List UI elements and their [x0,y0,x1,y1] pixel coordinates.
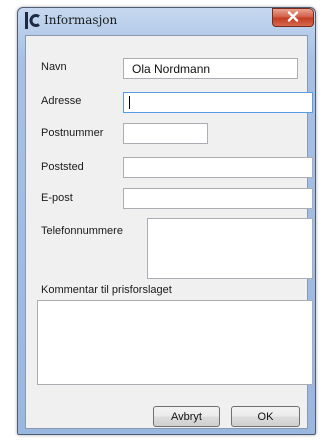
ic-logo-icon [25,12,41,29]
epost-label: E-post [41,192,73,204]
adresse-field[interactable] [123,92,313,113]
text-caret [129,96,130,109]
poststed-field[interactable] [123,157,313,178]
close-button[interactable] [272,8,314,27]
dialog-body: Navn Ola Nordmann Adresse Postnummer Pos… [25,35,313,429]
epost-field[interactable] [123,188,313,209]
close-icon [287,9,299,27]
navn-label: Navn [41,61,67,73]
window-title: Informasjon [44,13,118,27]
cancel-button[interactable]: Avbryt [153,406,220,427]
ok-button[interactable]: OK [231,406,300,427]
postnummer-label: Postnummer [41,127,104,139]
telefon-label: Telefonnummere [41,225,123,237]
postnummer-field[interactable] [123,123,208,144]
telefon-field[interactable] [147,218,313,279]
dialog-window: Informasjon Navn Ola Nordmann Adresse Po… [17,7,316,435]
adresse-label: Adresse [41,95,82,107]
poststed-label: Poststed [41,161,84,173]
kommentar-label: Kommentar til prisforslaget [41,284,172,296]
title-bar[interactable]: Informasjon [18,8,315,34]
navn-field[interactable]: Ola Nordmann [123,58,298,79]
kommentar-field[interactable] [37,300,313,385]
